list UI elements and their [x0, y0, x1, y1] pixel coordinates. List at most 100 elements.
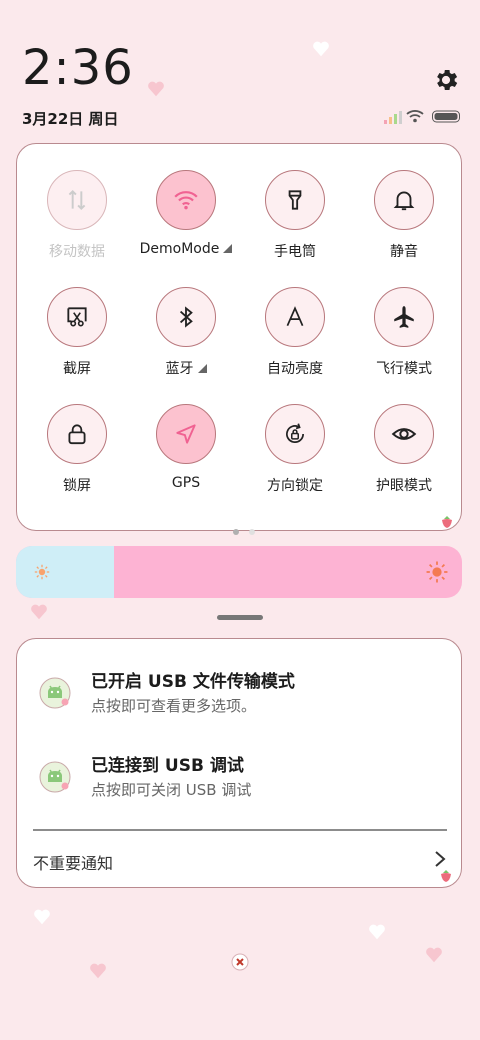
divider	[33, 829, 447, 831]
quick-tile-label-text: 锁屏	[63, 478, 91, 494]
heart-decoration-icon	[369, 924, 385, 940]
airplane-icon	[394, 306, 414, 328]
flashlight-icon	[288, 190, 302, 210]
quick-tile-airplane[interactable]: 飞行模式	[349, 287, 459, 397]
bluetooth-icon	[179, 306, 193, 328]
quick-tile-label-text: 截屏	[63, 361, 91, 377]
brightness-low-icon	[34, 564, 50, 580]
auto-brightness-icon	[286, 306, 304, 327]
quick-tile-label-text: 蓝牙	[165, 361, 194, 377]
quick-tile-lock[interactable]: 锁屏	[22, 404, 132, 514]
clock-date[interactable]: 3月22日 周日	[22, 108, 119, 129]
brightness-slider[interactable]	[16, 546, 462, 598]
quick-tile-toggle[interactable]	[156, 404, 216, 464]
quick-tile-label-text: 静音	[390, 244, 418, 260]
quick-tile-eye[interactable]: 护眼模式	[349, 404, 459, 514]
quick-tile-label: 方向锁定	[240, 475, 350, 495]
quick-tile-label: 截屏	[22, 358, 132, 378]
eye-icon	[391, 428, 417, 440]
quick-tile-label: 手电筒	[240, 241, 350, 261]
android-debug-icon	[39, 677, 71, 709]
mobile-data-icon	[68, 189, 86, 211]
quick-tile-bell[interactable]: 静音	[349, 170, 459, 280]
page-dot	[233, 529, 239, 535]
battery-icon	[432, 110, 460, 123]
quick-tile-label-text: 手电筒	[274, 244, 316, 260]
quick-tile-wifi[interactable]: DemoMode	[131, 170, 241, 280]
quick-tile-label-text: GPS	[171, 475, 201, 491]
quick-tile-toggle[interactable]	[265, 170, 325, 230]
page-indicator	[228, 520, 260, 539]
quick-tile-toggle[interactable]	[47, 287, 107, 347]
quick-tile-label-text: DemoMode	[139, 241, 220, 257]
quick-tile-label: 自动亮度	[240, 358, 350, 378]
clock-time[interactable]: 2:36	[22, 44, 134, 92]
quick-tile-label: 锁屏	[22, 475, 132, 495]
gear-icon[interactable]	[432, 66, 460, 94]
notification-usb-debug[interactable]: 已连接到 USB 调试 点按即可关闭 USB 调试	[39, 751, 439, 811]
quick-tile-mobile-data[interactable]: 移动数据	[22, 170, 132, 280]
expand-triangle-icon[interactable]	[223, 244, 233, 253]
bell-icon	[393, 191, 415, 211]
wifi-status-icon	[406, 110, 424, 123]
heart-decoration-icon	[313, 41, 329, 57]
lock-icon	[68, 424, 86, 445]
heart-decoration-icon	[426, 947, 442, 963]
clear-all-button[interactable]	[231, 953, 249, 971]
heart-decoration-icon	[148, 81, 164, 97]
gps-icon	[176, 424, 196, 444]
quick-tile-label-text: 飞行模式	[376, 361, 432, 377]
page-dot	[249, 529, 255, 535]
quick-tile-toggle[interactable]	[374, 287, 434, 347]
quick-tile-toggle[interactable]	[265, 287, 325, 347]
quick-tile-label: 移动数据	[22, 241, 132, 261]
strawberry-decoration-icon	[442, 516, 452, 528]
quick-tile-toggle[interactable]	[47, 170, 107, 230]
screenshot-icon	[67, 307, 87, 327]
quick-tile-label-text: 移动数据	[49, 244, 105, 260]
quick-tile-label: DemoMode	[131, 241, 241, 257]
heart-decoration-icon	[31, 604, 47, 620]
quick-tile-label-text: 护眼模式	[376, 478, 432, 494]
quick-tile-label: 静音	[349, 241, 459, 261]
brightness-fill	[16, 546, 115, 598]
quick-tile-rotation-lock[interactable]: 方向锁定	[240, 404, 350, 514]
quick-tile-toggle[interactable]	[156, 170, 216, 230]
quick-tile-label: GPS	[131, 475, 241, 491]
notification-usb-transfer[interactable]: 已开启 USB 文件传输模式 点按即可查看更多选项。	[39, 667, 439, 727]
heart-decoration-icon	[34, 909, 50, 925]
quick-tile-auto-brightness[interactable]: 自动亮度	[240, 287, 350, 397]
strawberry-decoration-icon	[441, 870, 451, 882]
wifi-icon	[174, 191, 198, 210]
notification-subtitle: 点按即可关闭 USB 调试	[91, 781, 252, 799]
quick-tile-toggle[interactable]	[374, 170, 434, 230]
quick-tile-toggle[interactable]	[374, 404, 434, 464]
android-debug-icon	[39, 761, 71, 793]
notification-subtitle: 点按即可查看更多选项。	[91, 697, 257, 715]
quick-tile-label-text: 自动亮度	[267, 361, 323, 377]
quick-tile-bluetooth[interactable]: 蓝牙	[131, 287, 241, 397]
quick-tile-toggle[interactable]	[156, 287, 216, 347]
quick-tile-screenshot[interactable]: 截屏	[22, 287, 132, 397]
quick-tile-toggle[interactable]	[47, 404, 107, 464]
notification-title: 已连接到 USB 调试	[91, 756, 244, 776]
quick-tile-toggle[interactable]	[265, 404, 325, 464]
quick-settings-panel: 移动数据 DemoMode 手电筒 静音截屏 蓝牙 自动亮度 飞行模式锁屏 GPS 方向锁定 护眼…	[16, 143, 462, 535]
chevron-right-icon[interactable]	[433, 849, 447, 869]
quick-tile-gps[interactable]: GPS	[131, 404, 241, 514]
status-bar-icons	[384, 108, 464, 126]
heart-decoration-icon	[90, 963, 106, 979]
quick-tile-label-text: 方向锁定	[267, 478, 323, 494]
brightness-high-icon	[426, 561, 448, 583]
quick-tile-label: 护眼模式	[349, 475, 459, 495]
quick-tile-flashlight[interactable]: 手电筒	[240, 170, 350, 280]
quick-tile-label: 蓝牙	[131, 358, 241, 378]
quick-tile-label: 飞行模式	[349, 358, 459, 378]
drag-handle[interactable]	[217, 615, 263, 620]
expand-triangle-icon[interactable]	[197, 364, 207, 373]
notification-title: 已开启 USB 文件传输模式	[91, 672, 295, 692]
notification-panel: 已开启 USB 文件传输模式 点按即可查看更多选项。 已连接到 USB 调试 点…	[16, 638, 462, 888]
rotation-lock-icon	[286, 423, 304, 443]
signal-icon	[384, 111, 402, 124]
unimportant-notifications-label[interactable]: 不重要通知	[33, 850, 113, 874]
